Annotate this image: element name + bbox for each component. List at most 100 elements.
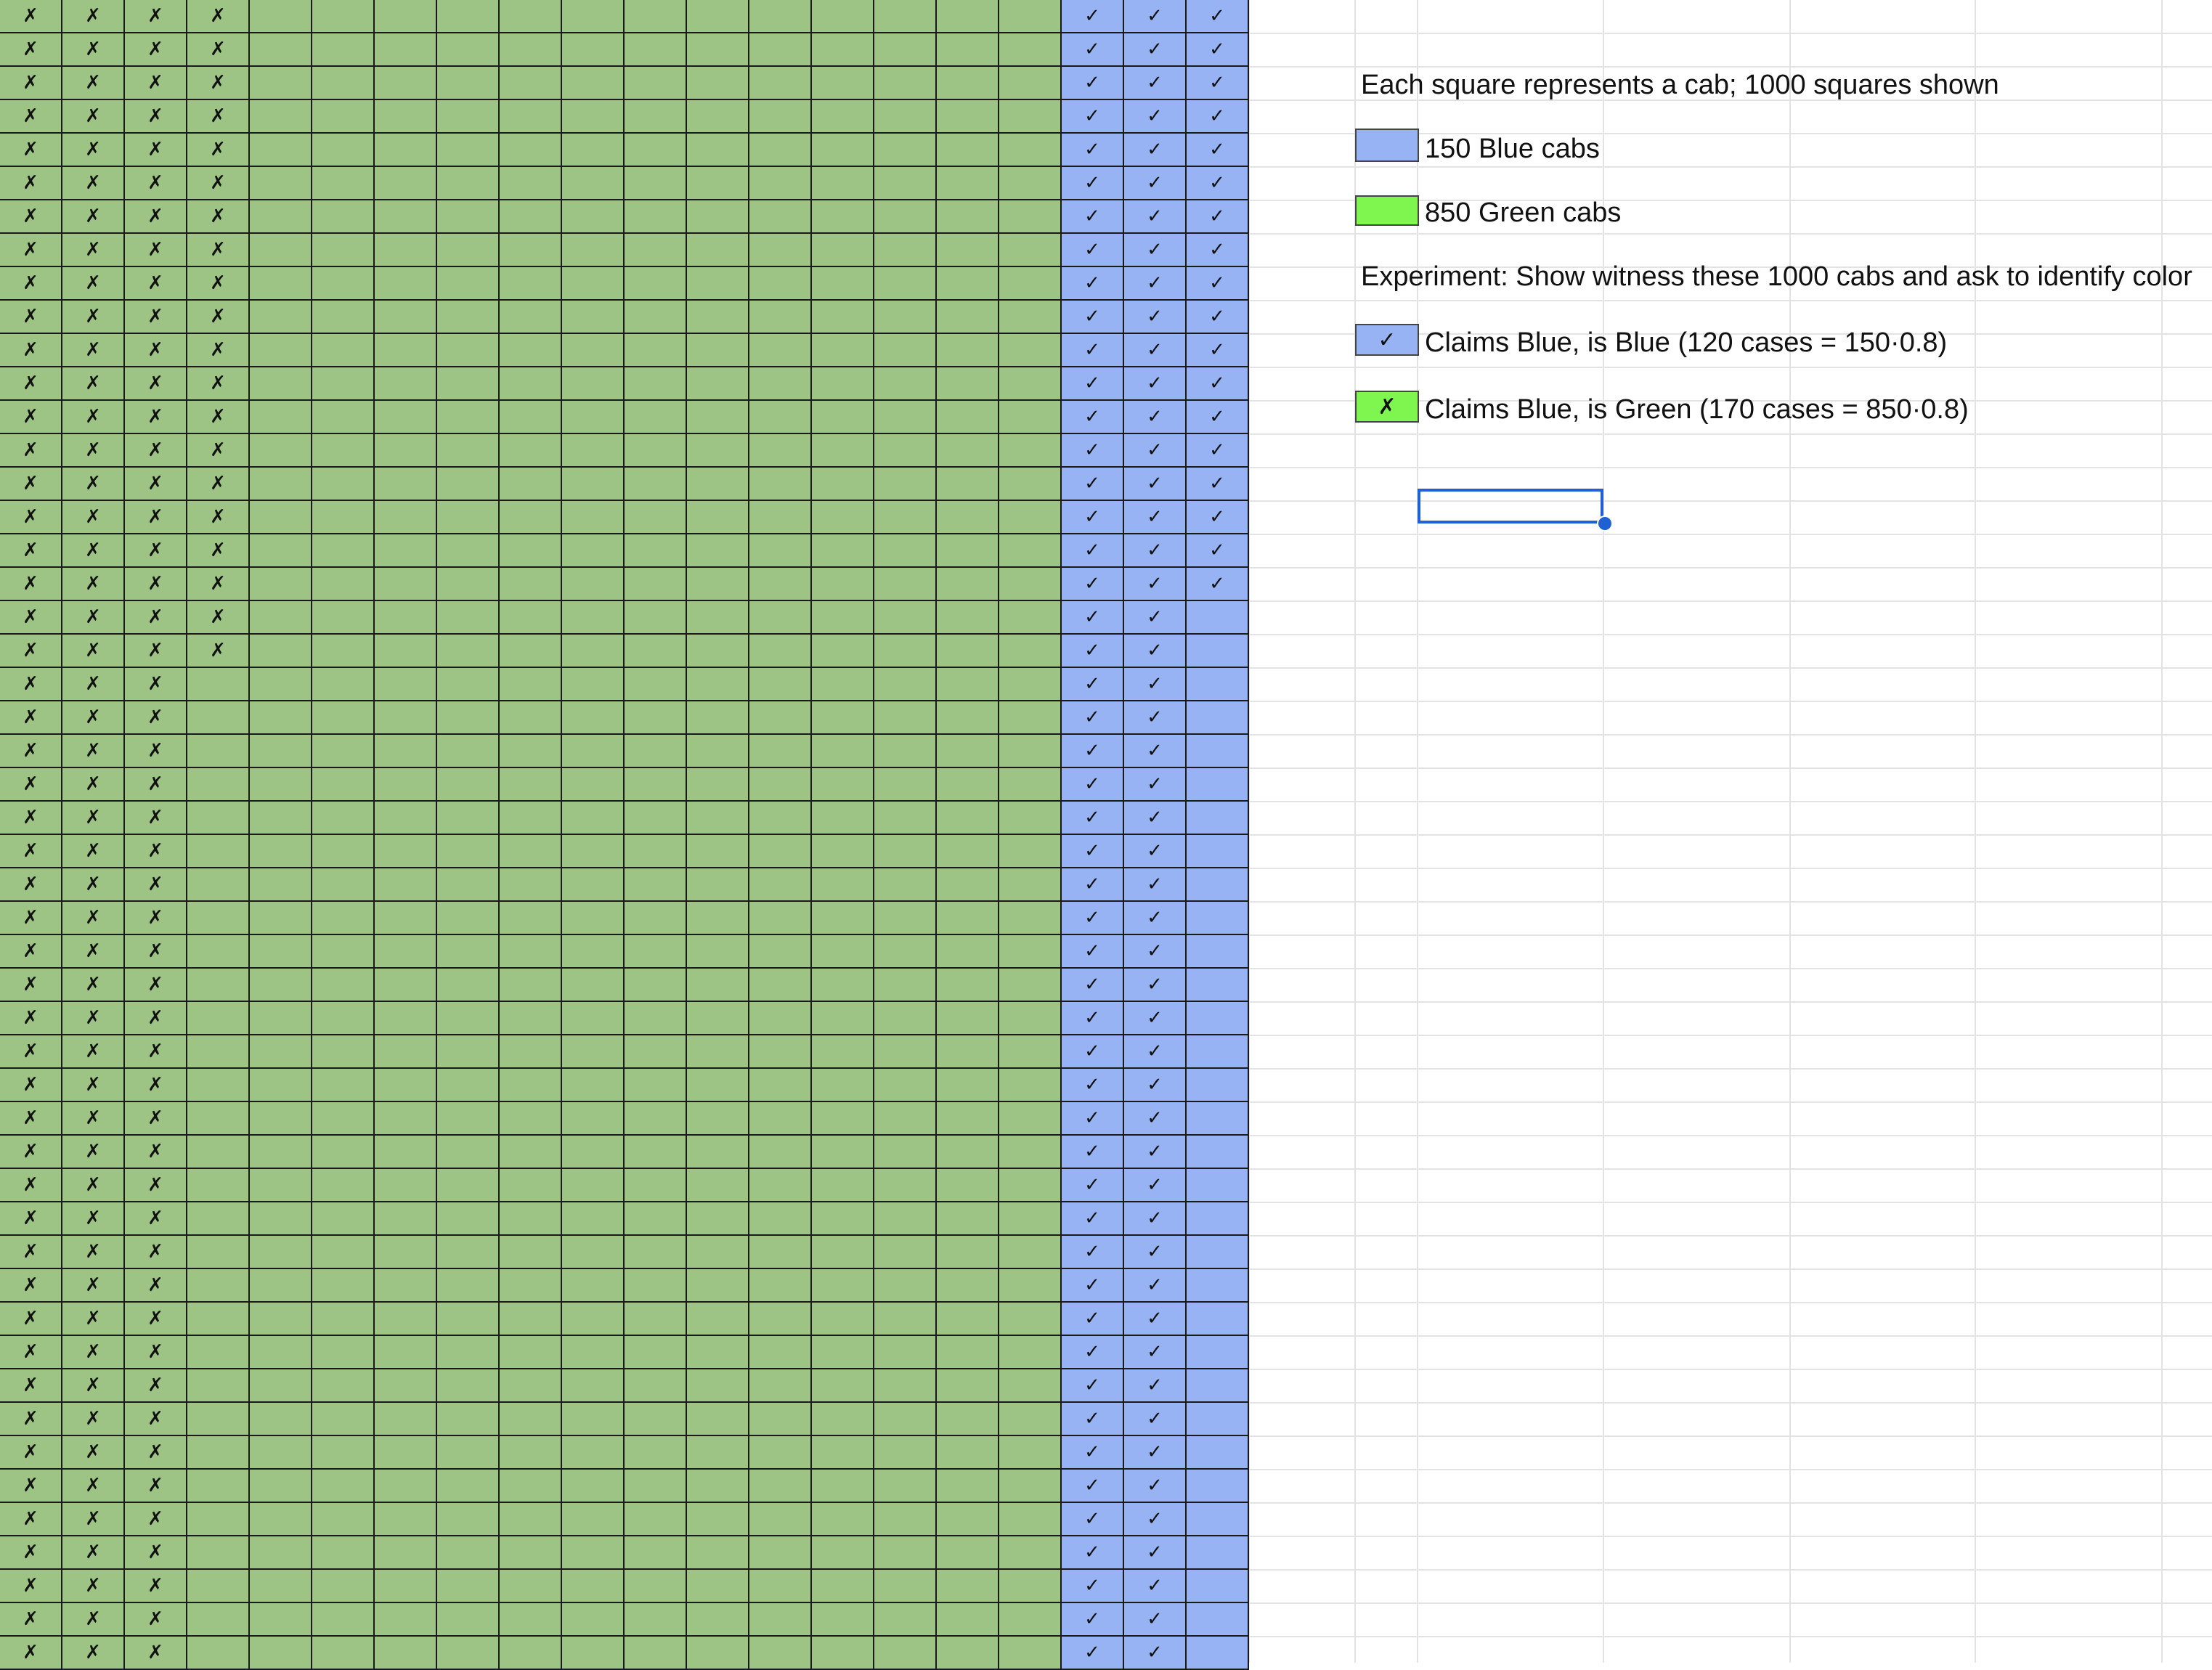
green-cab-square[interactable]: ✗ bbox=[62, 802, 125, 835]
green-cab-square[interactable] bbox=[562, 534, 625, 568]
green-cab-square[interactable] bbox=[812, 367, 874, 401]
green-cab-square[interactable] bbox=[812, 501, 874, 534]
green-cab-square[interactable] bbox=[687, 701, 749, 735]
green-cab-square[interactable] bbox=[625, 1637, 687, 1670]
green-cab-square[interactable]: ✗ bbox=[62, 1570, 125, 1603]
green-cab-square[interactable]: ✗ bbox=[0, 1336, 62, 1369]
green-cab-square[interactable]: ✗ bbox=[125, 1637, 187, 1670]
green-cab-square[interactable]: ✗ bbox=[125, 0, 187, 33]
green-cab-square[interactable] bbox=[999, 1470, 1062, 1503]
green-cab-square[interactable] bbox=[312, 1069, 375, 1102]
green-cab-square[interactable] bbox=[874, 802, 937, 835]
green-cab-square[interactable] bbox=[500, 234, 562, 267]
green-cab-square[interactable] bbox=[187, 1136, 250, 1169]
green-cab-square[interactable] bbox=[437, 802, 500, 835]
blue-cab-square[interactable]: ✓ bbox=[1124, 768, 1187, 802]
green-cab-square[interactable]: ✗ bbox=[0, 1369, 62, 1403]
blue-cab-square[interactable]: ✓ bbox=[1124, 67, 1187, 100]
green-cab-square[interactable] bbox=[749, 267, 812, 301]
green-cab-square[interactable] bbox=[999, 301, 1062, 334]
green-cab-square[interactable] bbox=[375, 635, 437, 668]
green-cab-square[interactable] bbox=[375, 1002, 437, 1035]
green-cab-square[interactable] bbox=[187, 802, 250, 835]
green-cab-square[interactable]: ✗ bbox=[62, 1403, 125, 1436]
green-cab-square[interactable]: ✗ bbox=[187, 601, 250, 635]
green-cab-square[interactable] bbox=[437, 534, 500, 568]
green-cab-square[interactable] bbox=[312, 1470, 375, 1503]
green-cab-square[interactable] bbox=[874, 1102, 937, 1136]
green-cab-square[interactable] bbox=[999, 1236, 1062, 1269]
blue-cab-square[interactable]: ✓ bbox=[1062, 267, 1124, 301]
green-cab-square[interactable] bbox=[937, 1603, 999, 1637]
green-cab-square[interactable] bbox=[937, 301, 999, 334]
green-cab-square[interactable] bbox=[874, 835, 937, 868]
green-cab-square[interactable] bbox=[625, 1403, 687, 1436]
green-cab-square[interactable] bbox=[874, 501, 937, 534]
green-cab-square[interactable] bbox=[375, 568, 437, 601]
green-cab-square[interactable]: ✗ bbox=[125, 401, 187, 434]
green-cab-square[interactable] bbox=[312, 701, 375, 735]
green-cab-square[interactable] bbox=[375, 33, 437, 67]
blue-cab-square[interactable] bbox=[1187, 1035, 1249, 1069]
green-cab-square[interactable]: ✗ bbox=[62, 1269, 125, 1303]
green-cab-square[interactable] bbox=[687, 434, 749, 468]
green-cab-square[interactable] bbox=[687, 568, 749, 601]
green-cab-square[interactable]: ✗ bbox=[62, 434, 125, 468]
green-cab-square[interactable] bbox=[874, 0, 937, 33]
green-cab-square[interactable] bbox=[250, 1637, 312, 1670]
green-cab-square[interactable] bbox=[187, 969, 250, 1002]
green-cab-square[interactable] bbox=[437, 401, 500, 434]
green-cab-square[interactable]: ✗ bbox=[125, 234, 187, 267]
green-cab-square[interactable] bbox=[250, 969, 312, 1002]
green-cab-square[interactable]: ✗ bbox=[0, 1002, 62, 1035]
green-cab-square[interactable] bbox=[874, 67, 937, 100]
green-cab-square[interactable] bbox=[999, 835, 1062, 868]
green-cab-square[interactable] bbox=[312, 601, 375, 635]
green-cab-square[interactable] bbox=[625, 835, 687, 868]
green-cab-square[interactable] bbox=[749, 434, 812, 468]
green-cab-square[interactable] bbox=[874, 601, 937, 635]
green-cab-square[interactable] bbox=[999, 1637, 1062, 1670]
green-cab-square[interactable] bbox=[562, 969, 625, 1002]
green-cab-square[interactable] bbox=[250, 301, 312, 334]
green-cab-square[interactable] bbox=[749, 635, 812, 668]
green-cab-square[interactable] bbox=[500, 100, 562, 134]
green-cab-square[interactable] bbox=[999, 67, 1062, 100]
green-cab-square[interactable] bbox=[812, 1603, 874, 1637]
green-cab-square[interactable] bbox=[687, 401, 749, 434]
green-cab-square[interactable]: ✗ bbox=[62, 1536, 125, 1570]
green-cab-square[interactable]: ✗ bbox=[0, 134, 62, 167]
green-cab-square[interactable]: ✗ bbox=[62, 1603, 125, 1637]
green-cab-square[interactable] bbox=[687, 234, 749, 267]
blue-cab-square[interactable] bbox=[1187, 668, 1249, 701]
green-cab-square[interactable] bbox=[937, 802, 999, 835]
green-cab-square[interactable] bbox=[625, 1603, 687, 1637]
green-cab-square[interactable] bbox=[562, 935, 625, 969]
green-cab-square[interactable] bbox=[312, 1536, 375, 1570]
green-cab-square[interactable] bbox=[250, 1102, 312, 1136]
green-cab-square[interactable]: ✗ bbox=[187, 100, 250, 134]
green-cab-square[interactable] bbox=[687, 167, 749, 200]
green-cab-square[interactable] bbox=[312, 668, 375, 701]
green-cab-square[interactable]: ✗ bbox=[0, 267, 62, 301]
green-cab-square[interactable] bbox=[500, 668, 562, 701]
green-cab-square[interactable] bbox=[375, 301, 437, 334]
green-cab-square[interactable] bbox=[937, 1303, 999, 1336]
green-cab-square[interactable] bbox=[437, 868, 500, 902]
green-cab-square[interactable]: ✗ bbox=[62, 334, 125, 367]
green-cab-square[interactable] bbox=[812, 1002, 874, 1035]
green-cab-square[interactable] bbox=[312, 835, 375, 868]
green-cab-square[interactable] bbox=[999, 902, 1062, 935]
blue-cab-square[interactable]: ✓ bbox=[1062, 334, 1124, 367]
green-cab-square[interactable] bbox=[999, 701, 1062, 735]
blue-cab-square[interactable]: ✓ bbox=[1124, 234, 1187, 267]
green-cab-square[interactable]: ✗ bbox=[125, 868, 187, 902]
green-cab-square[interactable] bbox=[874, 1436, 937, 1470]
green-cab-square[interactable]: ✗ bbox=[125, 1470, 187, 1503]
green-cab-square[interactable] bbox=[937, 735, 999, 768]
green-cab-square[interactable] bbox=[375, 434, 437, 468]
green-cab-square[interactable]: ✗ bbox=[62, 935, 125, 969]
green-cab-square[interactable] bbox=[687, 1470, 749, 1503]
green-cab-square[interactable] bbox=[187, 1603, 250, 1637]
green-cab-square[interactable] bbox=[999, 1570, 1062, 1603]
